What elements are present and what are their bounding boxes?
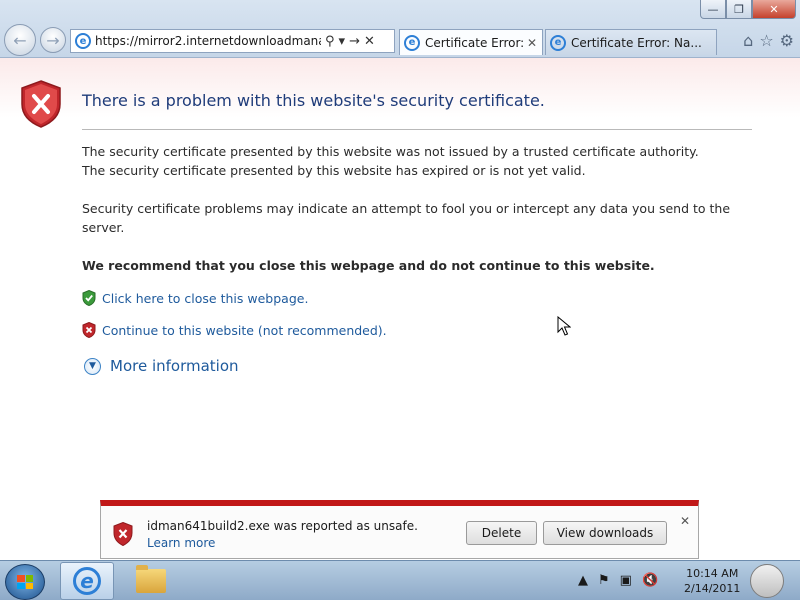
- clock-date: 2/14/2011: [684, 582, 741, 595]
- taskbar-internet-explorer[interactable]: e: [60, 562, 114, 600]
- ie-tab-icon: e: [404, 34, 420, 51]
- close-notification-icon[interactable]: ✕: [680, 514, 690, 528]
- red-shield-x-icon: [113, 522, 133, 546]
- browser-tools: ⌂ ☆ ⚙: [743, 31, 794, 50]
- close-window-button[interactable]: ✕: [752, 0, 796, 19]
- certificate-error-page: There is a problem with this website's s…: [0, 58, 800, 498]
- issue-untrusted: The security certificate presented by th…: [82, 144, 699, 159]
- network-icon[interactable]: ▣: [620, 573, 632, 588]
- divider: [82, 129, 752, 130]
- search-icon[interactable]: ⚲: [325, 34, 335, 49]
- mouse-pointer-icon: [557, 316, 571, 336]
- tab-certificate-error-1[interactable]: e Certificate Error: ... ✕: [399, 29, 543, 55]
- minimize-button[interactable]: —: [700, 0, 726, 19]
- internet-explorer-icon: e: [73, 567, 101, 595]
- issue-expired: The security certificate presented by th…: [82, 163, 586, 178]
- clock-time: 10:14 AM: [686, 567, 739, 580]
- taskbar-windows-explorer[interactable]: [124, 562, 178, 600]
- address-bar[interactable]: e https://mirror2.internetdownloadmanage…: [70, 29, 395, 53]
- taskbar: e ▲ ⚑ ▣ 🔇 10:14 AM 2/14/2011: [0, 560, 800, 600]
- red-shield-x-small-icon: [82, 322, 96, 338]
- recommendation-text: We recommend that you close this webpage…: [82, 258, 655, 273]
- expand-chevron-icon: ▼: [84, 357, 101, 375]
- action-center-flag-icon[interactable]: ⚑: [598, 573, 610, 588]
- learn-more-link[interactable]: Learn more: [147, 536, 215, 550]
- tab-close-icon[interactable]: ✕: [527, 36, 537, 50]
- close-webpage-row[interactable]: Click here to close this webpage.: [82, 290, 308, 306]
- dropdown-icon[interactable]: ▾: [339, 34, 346, 49]
- paragraph-warning: Security certificate problems may indica…: [82, 201, 731, 235]
- tools-gear-icon[interactable]: ⚙: [780, 31, 794, 50]
- tab-certificate-error-2[interactable]: e Certificate Error: Na...: [545, 29, 717, 55]
- window-controls: — ❐ ✕: [700, 0, 796, 19]
- windows-logo-icon: [17, 575, 33, 589]
- go-icon[interactable]: →: [349, 34, 360, 49]
- user-avatar-icon[interactable]: [750, 564, 784, 598]
- tab-label: Certificate Error: ...: [425, 35, 527, 50]
- system-tray: ▲ ⚑ ▣ 🔇: [578, 573, 658, 588]
- forward-button[interactable]: →: [40, 27, 66, 53]
- address-url[interactable]: https://mirror2.internetdownloadmanager.…: [95, 34, 321, 48]
- close-webpage-link[interactable]: Click here to close this webpage.: [102, 291, 308, 306]
- back-button[interactable]: ←: [4, 24, 36, 56]
- system-clock[interactable]: 10:14 AM 2/14/2011: [684, 566, 740, 596]
- view-downloads-button[interactable]: View downloads: [543, 521, 667, 545]
- close-icon: ✕: [769, 2, 779, 16]
- show-hidden-icons-arrow[interactable]: ▲: [578, 573, 588, 588]
- ie-page-icon: e: [75, 33, 91, 49]
- download-notification-bar: idman641build2.exe was reported as unsaf…: [100, 500, 699, 559]
- delete-button[interactable]: Delete: [466, 521, 537, 545]
- start-button[interactable]: [5, 564, 45, 600]
- stop-icon[interactable]: ✕: [364, 34, 375, 49]
- home-icon[interactable]: ⌂: [743, 31, 753, 50]
- page-title: There is a problem with this website's s…: [82, 91, 545, 110]
- favorites-star-icon[interactable]: ☆: [759, 31, 773, 50]
- folder-icon: [136, 565, 166, 593]
- continue-website-link[interactable]: Continue to this website (not recommende…: [102, 323, 387, 338]
- minimize-icon: —: [707, 2, 719, 16]
- browser-chrome: — ❐ ✕ ← → e https://mirror2.internetdown…: [0, 0, 800, 58]
- more-information-toggle[interactable]: ▼ More information: [84, 357, 239, 375]
- back-arrow-icon: ←: [13, 30, 27, 50]
- unsafe-download-message: idman641build2.exe was reported as unsaf…: [147, 519, 418, 533]
- restore-icon: ❐: [734, 2, 744, 16]
- more-information-label[interactable]: More information: [110, 357, 239, 375]
- red-shield-x-icon: [21, 80, 61, 128]
- forward-arrow-icon: →: [46, 30, 60, 50]
- tab-label: Certificate Error: Na...: [571, 35, 702, 50]
- paragraph-certificate-issues: The security certificate presented by th…: [82, 142, 762, 180]
- ie-tab-icon: e: [550, 34, 566, 51]
- green-shield-check-icon: [82, 290, 96, 306]
- restore-button[interactable]: ❐: [726, 0, 752, 19]
- continue-website-row[interactable]: Continue to this website (not recommende…: [82, 322, 387, 338]
- volume-muted-icon[interactable]: 🔇: [642, 573, 658, 588]
